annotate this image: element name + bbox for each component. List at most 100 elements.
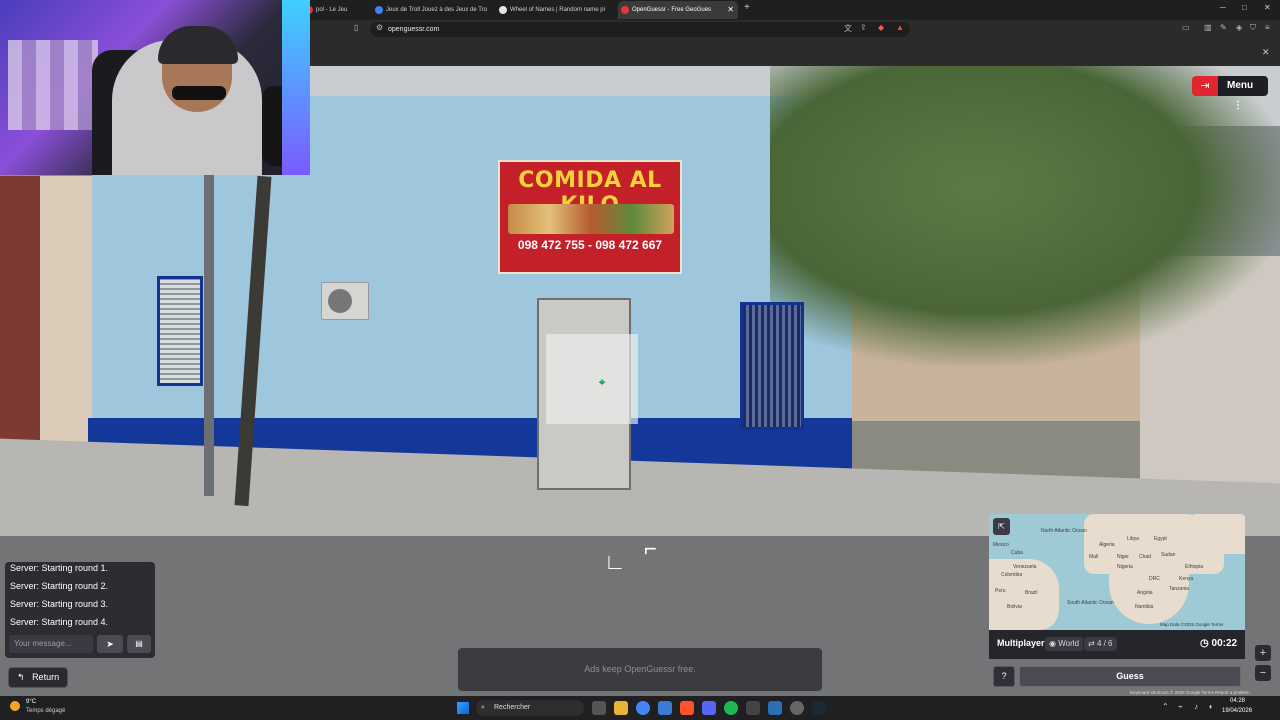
tab-title: pol - Le Jeu — [316, 7, 348, 13]
favicon-icon — [375, 6, 383, 14]
exit-game-button[interactable]: ⇥ — [1192, 76, 1218, 96]
map-label: Mali — [1089, 554, 1099, 560]
browser-menu-icon[interactable]: ≡ — [1265, 23, 1270, 32]
map-label: Sudan — [1161, 552, 1176, 558]
map-label: Libya — [1127, 536, 1139, 542]
vpn-icon[interactable]: ⛉ — [1250, 23, 1256, 33]
tab-title: OpenGuessr - Free GeoGues — [632, 7, 712, 13]
share-icon[interactable]: ⇪ — [860, 23, 867, 32]
navigation-arrow-icon[interactable]: ∟ — [604, 549, 626, 575]
file-explorer-icon[interactable] — [614, 701, 628, 715]
clock-time[interactable]: 04:28 — [1230, 698, 1245, 704]
start-button[interactable] — [457, 702, 469, 714]
map-label: Mexico — [993, 542, 1009, 548]
map-label: Tanzania — [1169, 586, 1190, 592]
translate-icon[interactable]: 文 — [844, 23, 852, 34]
reading-list-icon[interactable]: ▥ — [1204, 23, 1212, 32]
browser-tab[interactable]: pol - Le Jeu — [302, 1, 368, 19]
map-label: Bolivia — [1007, 604, 1022, 610]
map-label: Colombia — [1001, 572, 1023, 578]
extensions-icon[interactable]: ✎ — [1220, 23, 1227, 32]
brave-shield-icon[interactable]: ◆ — [878, 23, 884, 32]
help-button[interactable]: ? — [993, 666, 1015, 687]
webcam-overlay — [0, 0, 310, 175]
favicon-icon — [621, 6, 629, 14]
wallet-icon[interactable]: ◈ — [1236, 23, 1242, 32]
game-mode-label: Multiplayer — [997, 638, 1045, 648]
chrome-icon[interactable] — [636, 701, 650, 715]
guess-minimap[interactable]: North Atlantic Ocean Libya Egypt Algeria… — [989, 514, 1245, 630]
map-label: South Atlantic Ocean — [1067, 600, 1114, 606]
notepad-icon[interactable] — [658, 701, 672, 715]
spotify-icon[interactable] — [724, 701, 738, 715]
url-field[interactable]: openguessr.com — [370, 22, 910, 37]
tray-chevron-icon[interactable]: ⌃ — [1162, 702, 1169, 711]
return-button[interactable]: ↰ Return — [8, 667, 68, 688]
guess-button[interactable]: Guess — [1019, 666, 1241, 687]
chat-message: Server: Starting round 3. — [10, 599, 109, 609]
map-label: Namibia — [1135, 604, 1154, 610]
chat-toggle-button[interactable]: ▤ — [127, 635, 151, 653]
minimize-icon[interactable]: ─ — [1220, 3, 1226, 12]
site-info-icon[interactable]: ⚙ — [376, 23, 383, 32]
new-tab-button[interactable]: + — [744, 2, 750, 13]
shuttered-window — [157, 276, 203, 386]
return-arrow-icon: ↰ — [17, 672, 25, 682]
menu-label: Menu — [1227, 80, 1254, 91]
steam-icon[interactable] — [812, 701, 826, 715]
map-label: Peru — [995, 588, 1006, 594]
sign-phone: 098 472 755 - 098 472 667 — [517, 238, 663, 252]
chat-input[interactable]: Your message... — [9, 635, 93, 653]
app-icon[interactable] — [746, 701, 760, 715]
menu-button[interactable]: Menu ⋮ — [1218, 76, 1268, 111]
task-view-icon[interactable] — [592, 701, 606, 715]
volume-icon[interactable]: ◖ — [1208, 702, 1213, 711]
sidebar-icon[interactable]: ▭ — [1182, 23, 1190, 32]
left-building-door — [0, 176, 40, 466]
rewards-icon[interactable]: ▲ — [896, 23, 904, 32]
network-icon[interactable]: ⌁ — [1178, 702, 1183, 711]
navigation-arrow-icon[interactable]: ⌐ — [644, 536, 657, 562]
discord-icon[interactable] — [702, 701, 716, 715]
mic-icon[interactable]: ♪ — [1194, 702, 1198, 711]
browser-tab[interactable]: Jeux de Troll Jouez à des Jeux de Tro — [372, 1, 492, 19]
map-label: Algeria — [1099, 542, 1115, 548]
chat-message: Server: Starting round 2. — [10, 581, 109, 591]
timer-value: 00:22 — [1211, 638, 1238, 649]
clock-date[interactable]: 19/04/2026 — [1222, 708, 1252, 714]
maximize-icon[interactable]: □ — [1242, 3, 1247, 12]
return-label: Return — [32, 672, 60, 682]
chat-message: Server: Starting round 1. — [10, 563, 109, 573]
shop-sign: COMIDA AL KILO 098 472 755 - 098 472 667 — [498, 160, 682, 274]
zoom-out-button[interactable]: − — [1255, 665, 1271, 681]
door-highlight — [546, 334, 638, 424]
cap — [158, 26, 238, 64]
exit-icon: ⇥ — [1200, 80, 1210, 92]
brave-icon[interactable] — [680, 701, 694, 715]
map-label: Nigeria — [1117, 564, 1133, 570]
bookmark-icon[interactable]: ▯ — [354, 23, 358, 32]
browser-tab[interactable]: Wheel of Names | Random name pi — [496, 1, 614, 19]
ad-banner: Ads keep OpenGuessr free. — [458, 648, 822, 691]
map-label: Brazil — [1025, 590, 1038, 596]
photos-icon[interactable] — [768, 701, 782, 715]
close-tab-icon[interactable]: ✕ — [727, 1, 734, 19]
zoom-in-button[interactable]: + — [1255, 645, 1271, 661]
close-window-icon[interactable]: ✕ — [1264, 3, 1271, 12]
send-message-button[interactable]: ➤ — [97, 635, 123, 653]
chat-message: Server: Starting round 4. — [10, 617, 109, 627]
led-light — [282, 0, 310, 175]
map-footer: Keyboard shortcuts © 2026 Google Terms R… — [1130, 690, 1250, 695]
expand-map-button[interactable]: ⇱ — [993, 518, 1010, 535]
tab-title: Wheel of Names | Random name pi — [510, 7, 605, 13]
weather-sun-icon[interactable] — [10, 701, 20, 711]
shelf — [8, 40, 98, 130]
close-infobar-icon[interactable]: ✕ — [1262, 47, 1270, 58]
obs-icon[interactable] — [790, 701, 804, 715]
map-land-middle-east — [1194, 514, 1245, 554]
kebab-icon: ⋮ — [1233, 100, 1243, 111]
browser-tab-active[interactable]: OpenGuessr - Free GeoGues ✕ — [618, 1, 738, 19]
weather-temperature: 9°C — [26, 699, 37, 705]
taskbar-search[interactable]: ⌕ Rechercher — [476, 700, 584, 716]
map-label: Cuba — [1011, 550, 1023, 556]
